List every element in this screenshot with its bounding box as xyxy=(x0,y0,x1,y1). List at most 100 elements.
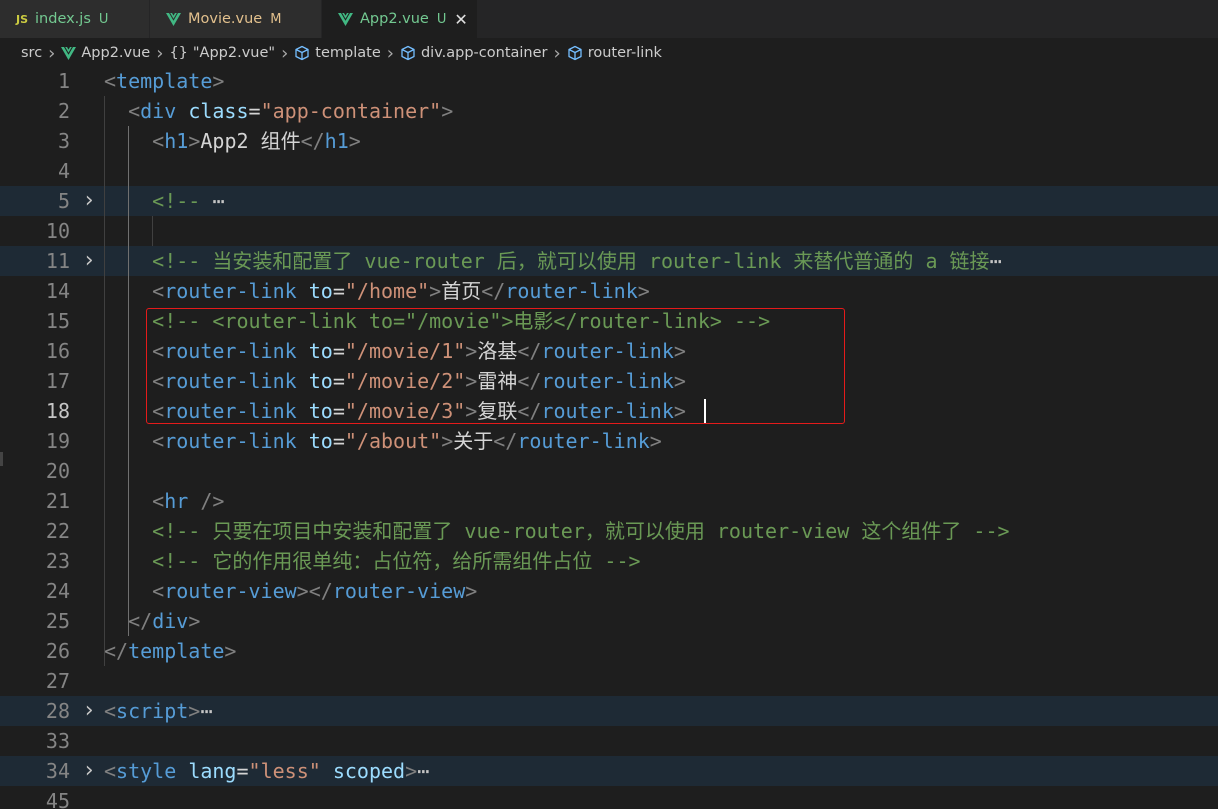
fold-chevron-icon[interactable]: › xyxy=(80,696,98,726)
code-token: </ xyxy=(300,129,325,153)
vue-icon xyxy=(166,12,181,26)
code-token: > xyxy=(224,639,237,663)
code-line[interactable]: 20 xyxy=(0,456,1218,486)
line-number: 33 xyxy=(45,729,70,753)
braces-icon: {} xyxy=(169,45,188,61)
code-token: <!-- 它的作用很单纯：占位符，给所需组件占位 --> xyxy=(152,549,641,573)
code-line[interactable]: 26 </template> xyxy=(0,636,1218,666)
js-label: JS xyxy=(16,12,29,26)
code-line[interactable]: 4 xyxy=(0,156,1218,186)
code-editor[interactable]: 1 <template> 2 <div class="app-container">… xyxy=(0,68,1218,809)
line-number: 27 xyxy=(45,669,70,693)
code-token: > xyxy=(441,99,454,123)
code-text: <div class="app-container"> xyxy=(104,96,453,126)
code-text: <!-- 它的作用很单纯：占位符，给所需组件占位 --> xyxy=(104,546,641,576)
code-token: scoped xyxy=(332,759,406,783)
breadcrumb-item[interactable]: div.app-container xyxy=(400,45,548,61)
chevron-right-icon: › xyxy=(156,42,164,64)
fold-chevron-icon[interactable]: › xyxy=(80,756,98,786)
line-number: 17 xyxy=(45,369,70,393)
code-line[interactable]: 2 <div class="app-container"> xyxy=(0,96,1218,126)
code-token: </ xyxy=(481,279,506,303)
code-line[interactable]: 24 <router-view></router-view> xyxy=(0,576,1218,606)
tab-git-status: M xyxy=(270,11,282,27)
code-line[interactable]: 45 xyxy=(0,786,1218,809)
code-line[interactable]: 28 › <script>⋯ xyxy=(0,696,1218,726)
vue-icon xyxy=(61,46,77,60)
code-line[interactable]: 14 <router-link to="/home">首页</router-li… xyxy=(0,276,1218,306)
line-number: 3 xyxy=(57,129,70,153)
code-token: > xyxy=(348,129,361,153)
symbol-class-icon xyxy=(567,45,583,61)
code-text: <template> xyxy=(104,68,224,96)
line-number: 26 xyxy=(45,639,70,663)
code-token: < xyxy=(104,69,117,93)
code-token: <!-- xyxy=(152,189,213,213)
code-token: > xyxy=(441,429,454,453)
code-line[interactable]: 33 xyxy=(0,726,1218,756)
code-line[interactable]: 22 <!-- 只要在项目中安装和配置了 vue-router，就可以使用 ro… xyxy=(0,516,1218,546)
folded-ellipsis[interactable]: ⋯ xyxy=(212,189,224,213)
code-line[interactable]: 3 <h1>App2 组件</h1> xyxy=(0,126,1218,156)
breadcrumb-label: div.app-container xyxy=(420,45,548,61)
code-token: router-link xyxy=(164,429,297,453)
symbol-class-icon xyxy=(294,45,310,61)
tab-movie-vue[interactable]: Movie.vue M xyxy=(150,0,322,38)
code-token: > xyxy=(188,699,201,723)
code-token: < xyxy=(104,699,117,723)
folded-ellipsis[interactable]: ⋯ xyxy=(417,759,429,783)
code-line[interactable]: 27 xyxy=(0,666,1218,696)
tab-label: Movie.vue xyxy=(188,11,263,27)
code-text: <router-link to="/home">首页</router-link> xyxy=(104,276,650,306)
code-line[interactable]: 34 › <style lang="less" scoped>⋯ xyxy=(0,756,1218,786)
code-token: "less" xyxy=(248,759,321,783)
code-line[interactable]: 10 xyxy=(0,216,1218,246)
fold-chevron-icon[interactable]: › xyxy=(80,186,98,216)
breadcrumb-item[interactable]: template xyxy=(294,45,381,61)
line-number: 45 xyxy=(45,789,70,809)
code-token: = xyxy=(332,429,345,453)
code-line[interactable]: 25 </div> xyxy=(0,606,1218,636)
code-token: < xyxy=(152,279,165,303)
folded-ellipsis[interactable]: ⋯ xyxy=(200,699,212,723)
breadcrumb-item[interactable]: src xyxy=(21,45,42,61)
code-token: <!-- 当安装和配置了 vue-router 后，就可以使用 router-l… xyxy=(152,249,990,273)
breadcrumb-item[interactable]: router-link xyxy=(567,45,662,61)
line-number: 28 xyxy=(45,699,70,723)
breadcrumb-item[interactable]: {} "App2.vue" xyxy=(169,45,275,61)
code-line[interactable]: 11 › <!-- 当安装和配置了 vue-router 后，就可以使用 rout… xyxy=(0,246,1218,276)
code-token: < xyxy=(152,579,165,603)
line-number: 24 xyxy=(45,579,70,603)
symbol-class-icon xyxy=(401,45,415,61)
code-line[interactable]: 19 <router-link to="/about">关于</router-l… xyxy=(0,426,1218,456)
breadcrumb-item[interactable]: App2.vue xyxy=(61,45,150,61)
line-number: 22 xyxy=(45,519,70,543)
fold-chevron-icon[interactable]: › xyxy=(80,246,98,276)
code-token: </ xyxy=(493,429,518,453)
code-token: </ xyxy=(104,639,129,663)
line-number: 16 xyxy=(45,339,70,363)
code-line[interactable]: 21 <hr /> xyxy=(0,486,1218,516)
code-line[interactable]: 23 <!-- 它的作用很单纯：占位符，给所需组件占位 --> xyxy=(0,546,1218,576)
code-token: class xyxy=(188,99,249,123)
code-line[interactable]: 5 › <!-- ⋯ xyxy=(0,186,1218,216)
close-icon[interactable]: ✕ xyxy=(454,10,467,29)
code-line[interactable]: 1 <template> xyxy=(0,68,1218,96)
symbol-class-icon xyxy=(400,45,416,61)
line-number: 34 xyxy=(45,759,70,783)
tab-app2-vue[interactable]: App2.vue U ✕ xyxy=(322,0,478,38)
code-token: < xyxy=(128,99,141,123)
code-token: > xyxy=(212,69,225,93)
folded-ellipsis[interactable]: ⋯ xyxy=(990,249,1002,273)
tab-index-js[interactable]: JS index.js U xyxy=(0,0,150,38)
indent-guide xyxy=(152,216,153,246)
code-token: 首页 xyxy=(441,279,482,303)
code-token: /> xyxy=(200,489,225,513)
code-token: "/about" xyxy=(344,429,442,453)
